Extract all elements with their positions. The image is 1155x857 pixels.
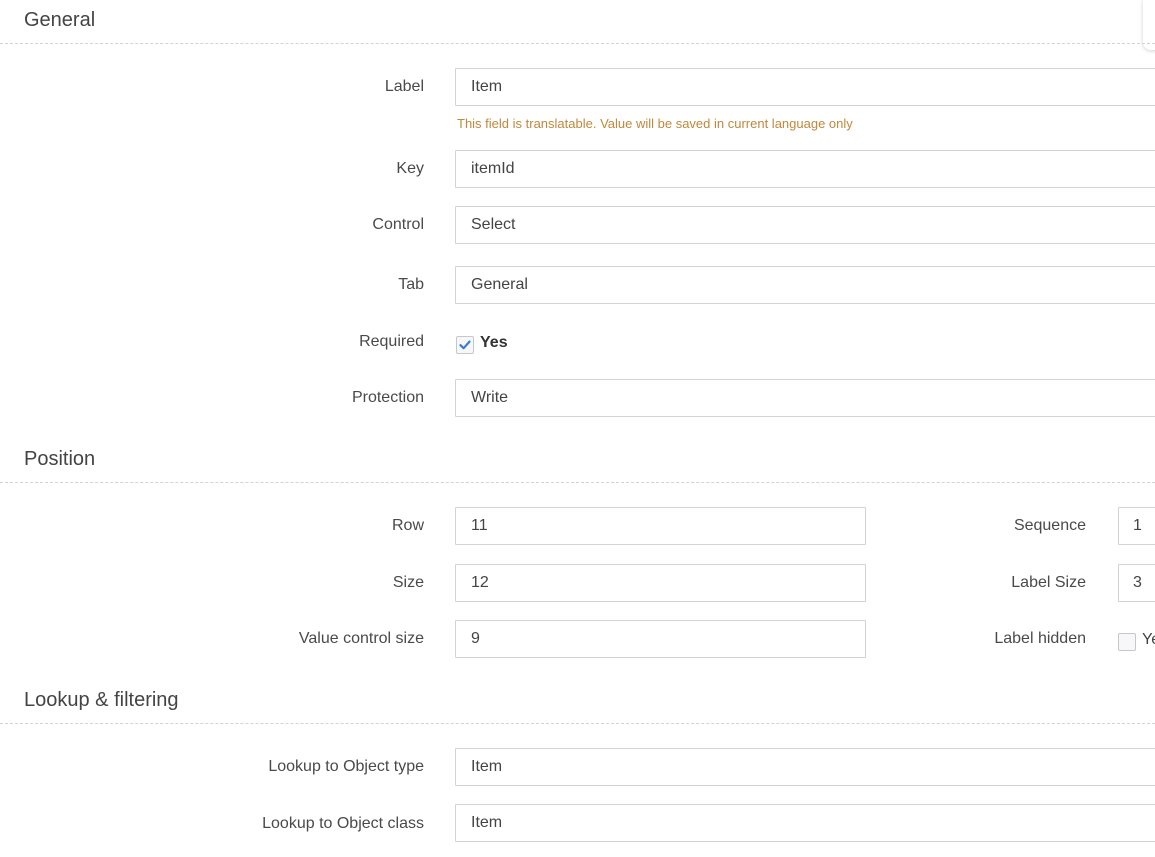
label-field-caption: Label xyxy=(384,78,424,95)
required-option-label[interactable]: Yes xyxy=(480,333,508,353)
label-size-input[interactable]: 3 xyxy=(1118,564,1155,602)
label-input[interactable]: Item xyxy=(455,68,1155,106)
label-size-field-caption: Label Size xyxy=(1011,574,1086,591)
value-control-size-input[interactable]: 9 xyxy=(455,620,866,658)
row-input[interactable]: 11 xyxy=(455,507,866,545)
required-checkbox[interactable] xyxy=(456,336,474,354)
section-title-general: General xyxy=(24,9,96,31)
protection-select[interactable]: Write xyxy=(455,379,1155,417)
label-hidden-option-label[interactable]: Yes xyxy=(1142,630,1155,650)
lookup-object-type-caption: Lookup to Object type xyxy=(268,758,424,775)
key-input[interactable]: itemId xyxy=(455,150,1155,188)
section-title-lookup: Lookup & filtering xyxy=(24,689,179,711)
sequence-input[interactable]: 1 xyxy=(1118,507,1155,545)
size-field-caption: Size xyxy=(392,574,424,591)
section-divider xyxy=(0,723,1155,724)
control-field-caption: Control xyxy=(372,216,424,233)
required-field-caption: Required xyxy=(359,333,424,350)
label-hidden-caption: Label hidden xyxy=(994,630,1086,647)
tab-select[interactable]: General xyxy=(455,266,1155,304)
size-input[interactable]: 12 xyxy=(455,564,866,602)
section-divider xyxy=(0,482,1155,483)
sequence-field-caption: Sequence xyxy=(1013,517,1086,534)
protection-field-caption: Protection xyxy=(351,389,424,406)
label-hidden-checkbox[interactable] xyxy=(1118,633,1136,651)
section-title-position: Position xyxy=(24,448,96,470)
control-select[interactable]: Select xyxy=(455,206,1155,244)
row-field-caption: Row xyxy=(391,517,424,534)
translatable-hint: This field is translatable. Value will b… xyxy=(457,116,853,131)
key-field-caption: Key xyxy=(396,160,424,177)
tab-field-caption: Tab xyxy=(398,276,424,293)
lookup-object-class-caption: Lookup to Object class xyxy=(262,815,424,832)
section-divider xyxy=(0,43,1155,44)
checkmark-icon xyxy=(459,340,471,350)
value-control-size-caption: Value control size xyxy=(298,630,424,647)
lookup-object-class-select[interactable]: Item xyxy=(455,804,1155,842)
lookup-object-type-select[interactable]: Item xyxy=(455,748,1155,786)
